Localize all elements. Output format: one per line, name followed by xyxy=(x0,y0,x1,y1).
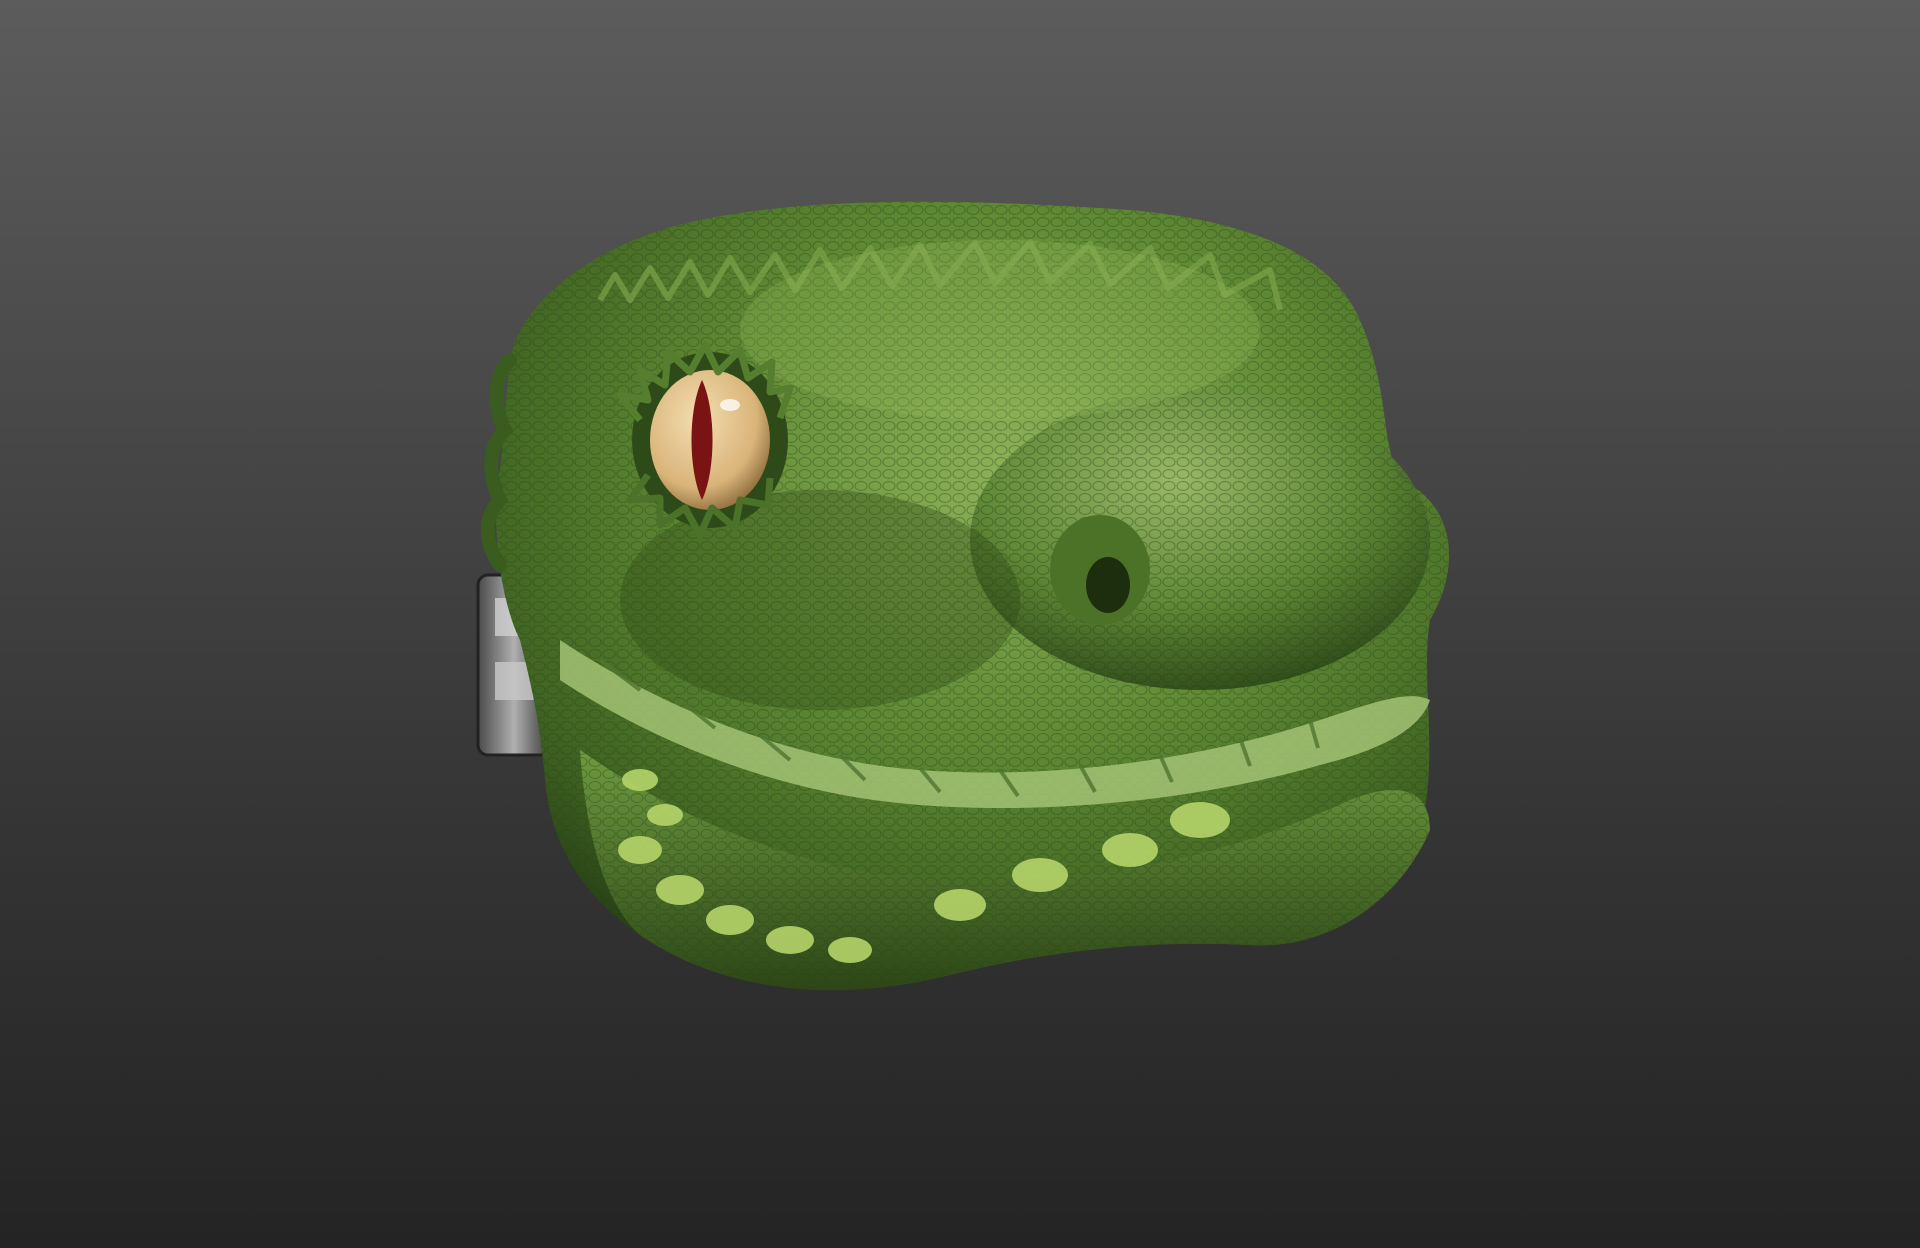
render-viewport xyxy=(0,0,1920,1248)
reptile-head-render xyxy=(476,201,1450,991)
reptile-head xyxy=(480,201,1450,991)
